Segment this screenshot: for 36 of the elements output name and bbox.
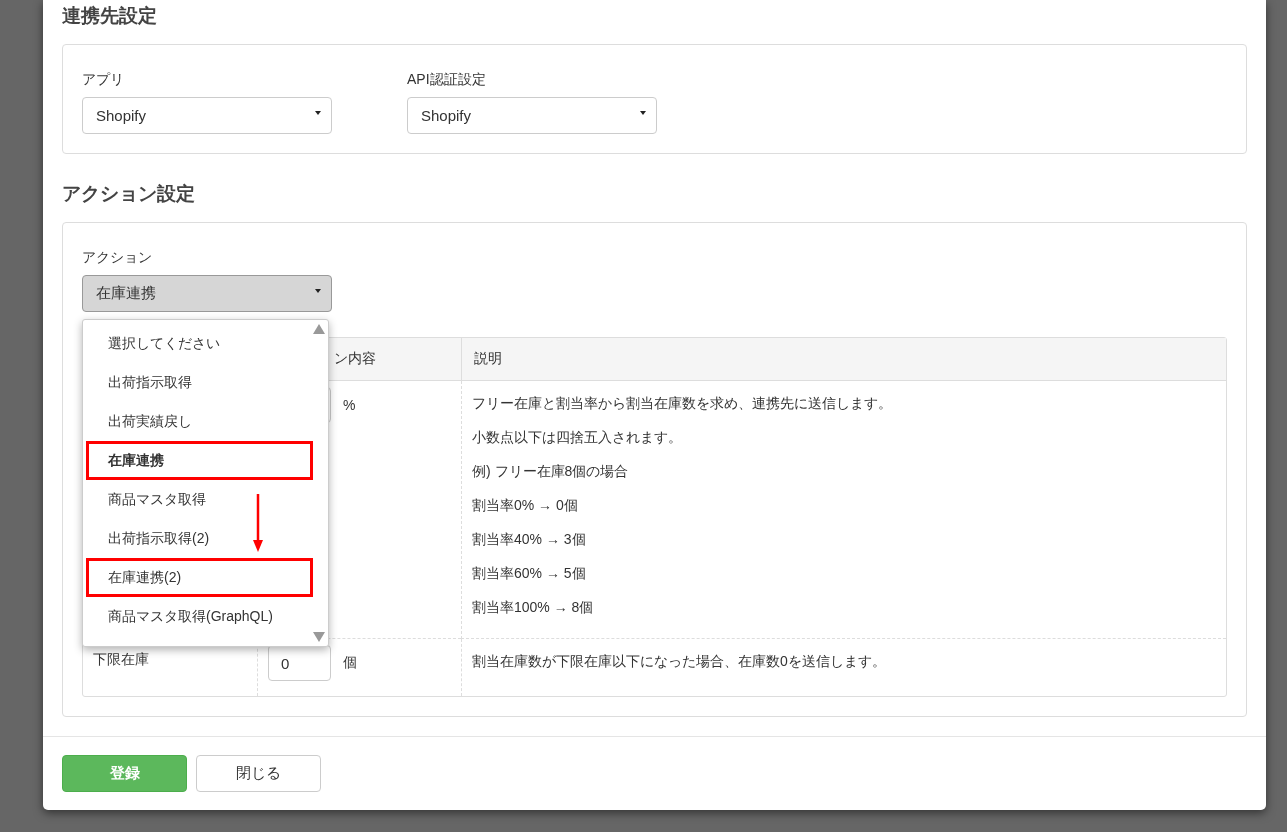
caret-icon (315, 111, 321, 115)
description-text: 小数点以下は四捨五入されます。 (472, 428, 683, 447)
caret-icon (315, 289, 321, 293)
dropdown-option[interactable]: 商品マスタ取得 (83, 480, 310, 519)
select-field[interactable]: Shopify (82, 97, 332, 134)
unit-label: 個 (343, 654, 357, 672)
column-header: 説明 (474, 350, 502, 368)
table-cell-text: 下限在庫 (93, 651, 150, 669)
description-text: 割当在庫数が下限在庫以下になった場合、在庫数0を送信します。 (472, 652, 887, 671)
description-text: 割当率40% → 3個 (472, 530, 587, 549)
unit-label: % (343, 397, 356, 413)
field-label: API認証設定 (407, 71, 487, 89)
section-title: 連携先設定 (62, 4, 158, 28)
field-label: アプリ (82, 71, 125, 89)
select-field[interactable]: 在庫連携 (82, 275, 332, 312)
dropdown-option[interactable]: 選択してください (83, 324, 310, 363)
section-title: アクション設定 (62, 182, 196, 206)
annotation-arrow (252, 494, 264, 552)
column-header: ン内容 (334, 350, 376, 368)
description-text: 例) フリー在庫8個の場合 (472, 462, 630, 481)
dialog-button[interactable]: 閉じる (196, 755, 321, 792)
description-text: フリー在庫と割当率から割当在庫数を求め、連携先に送信します。 (472, 394, 893, 413)
caret-icon (640, 111, 646, 115)
dropdown-option[interactable]: 出荷指示取得(2) (83, 519, 310, 558)
select-field[interactable]: Shopify (407, 97, 657, 134)
dropdown-option[interactable]: 出荷指示取得 (83, 363, 310, 402)
description-text: 割当率100% → 8個 (472, 598, 595, 617)
dropdown-option[interactable]: 商品マスタ取得(GraphQL) (83, 597, 310, 636)
description-text: 割当率0% → 0個 (472, 496, 579, 515)
dropdown-option[interactable]: 出荷実績戻し (83, 402, 310, 441)
scroll-down-icon[interactable] (313, 632, 325, 642)
dropdown-option[interactable]: 在庫連携 (86, 441, 313, 480)
field-label: アクション (82, 249, 153, 267)
description-text: 割当率60% → 5個 (472, 564, 587, 583)
dropdown-option[interactable]: 在庫連携(2) (86, 558, 313, 597)
scroll-up-icon[interactable] (313, 324, 325, 334)
